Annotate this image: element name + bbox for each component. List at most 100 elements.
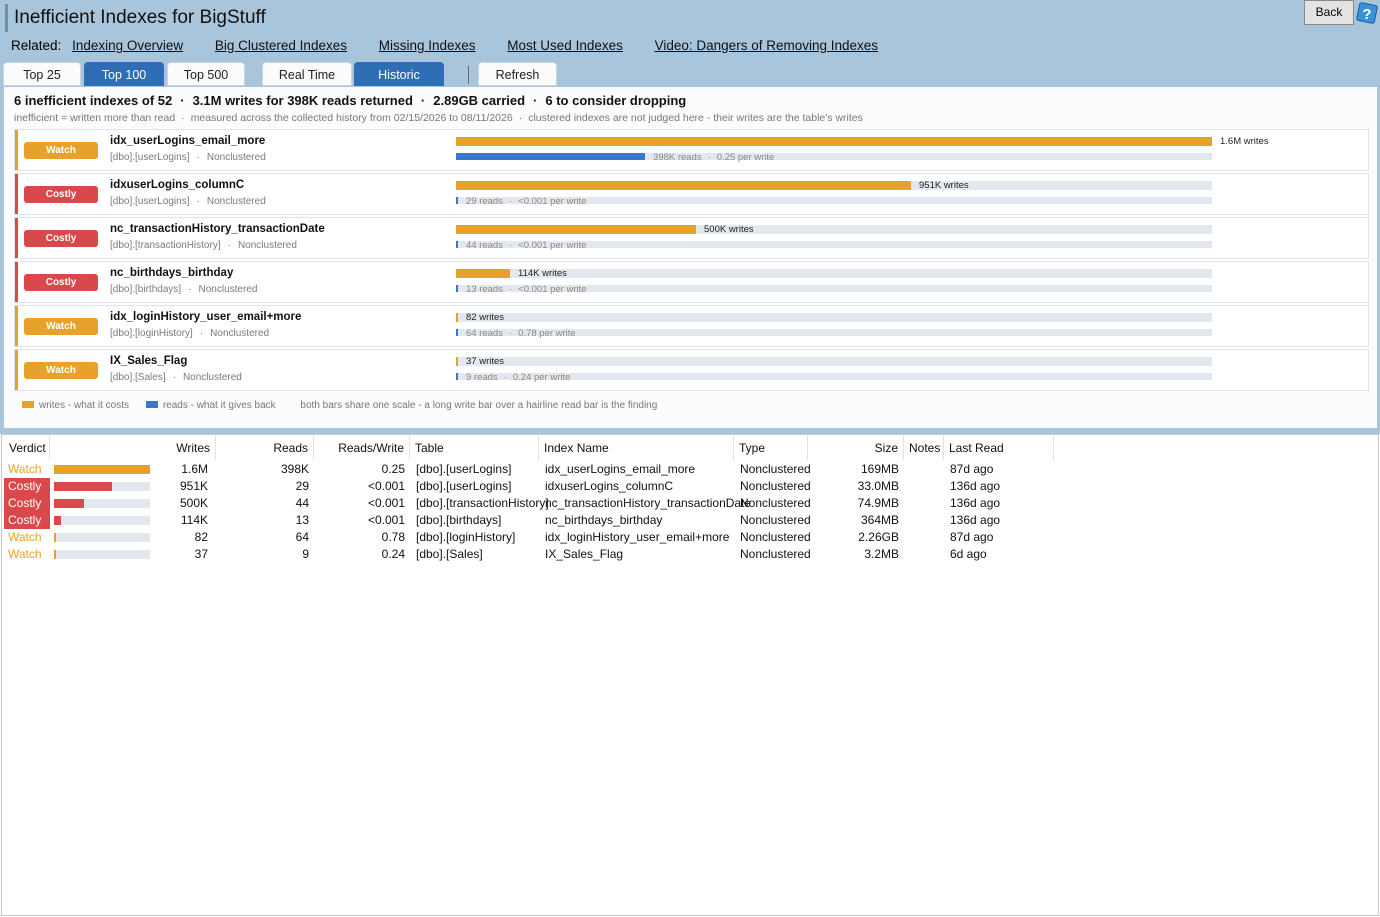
writes-bar bbox=[456, 269, 510, 278]
verdict-cell[interactable]: Watch bbox=[4, 546, 50, 563]
col-reads-write-cell[interactable]: 0.24 bbox=[314, 546, 410, 563]
index-card[interactable]: Watch IX_Sales_Flag [dbo].[Sales] · Nonclust… bbox=[14, 349, 1369, 391]
col-index-name-cell[interactable]: IX_Sales_Flag bbox=[539, 546, 734, 563]
col-reads-cell[interactable]: 44 bbox=[216, 495, 314, 512]
col-reads-write-cell[interactable]: <0.001 bbox=[314, 478, 410, 495]
col-last-read-cell[interactable]: 6d ago bbox=[944, 546, 1054, 563]
verdict-badge: Watch bbox=[24, 362, 98, 379]
writes-label: 114K writes bbox=[518, 268, 567, 279]
note-clustered: clustered indexes are not judged here - … bbox=[528, 112, 863, 124]
col-notes-header[interactable]: Notes bbox=[904, 435, 944, 460]
col-notes-cell[interactable] bbox=[904, 512, 944, 529]
col-type-cell[interactable]: Nonclustered bbox=[734, 546, 811, 563]
col-index-name-cell[interactable]: idxuserLogins_columnC bbox=[539, 478, 734, 495]
col-size-cell[interactable]: 74.9MB bbox=[808, 495, 904, 512]
col-reads-write-cell[interactable]: 0.25 bbox=[314, 461, 410, 478]
col-type-cell[interactable]: Nonclustered bbox=[734, 512, 811, 529]
back-button[interactable]: Back bbox=[1304, 0, 1354, 25]
col-last-read-header[interactable]: Last Read bbox=[944, 435, 1054, 460]
reads-ratio: 0.78 per write bbox=[518, 328, 576, 339]
col-index-name-cell[interactable]: idx_userLogins_email_more bbox=[539, 461, 734, 478]
col-verdict-header[interactable]: Verdict bbox=[4, 435, 50, 460]
col-table-cell[interactable]: [dbo].[userLogins] bbox=[410, 478, 539, 495]
col-size-cell[interactable]: 169MB bbox=[808, 461, 904, 478]
link-big-clustered-indexes[interactable]: Big Clustered Indexes bbox=[215, 38, 347, 53]
col-size-cell[interactable]: 33.0MB bbox=[808, 478, 904, 495]
verdict-cell[interactable]: Costly bbox=[4, 478, 50, 495]
col-type-cell[interactable]: Nonclustered bbox=[734, 495, 811, 512]
col-type-header[interactable]: Type bbox=[734, 435, 808, 460]
col-notes-cell[interactable] bbox=[904, 461, 944, 478]
col-reads-cell[interactable]: 9 bbox=[216, 546, 314, 563]
index-name: idx_userLogins_email_more bbox=[110, 135, 266, 147]
col-notes-cell[interactable] bbox=[904, 529, 944, 546]
tab-historic[interactable]: Historic bbox=[354, 62, 444, 86]
help-icon[interactable]: ? bbox=[1355, 1, 1379, 25]
col-writes-cell[interactable]: 951K bbox=[152, 478, 213, 495]
col-type-cell[interactable]: Nonclustered bbox=[734, 478, 811, 495]
col-index-name-cell[interactable]: idx_loginHistory_user_email+more bbox=[539, 529, 734, 546]
col-table-cell[interactable]: [dbo].[birthdays] bbox=[410, 512, 539, 529]
col-table-cell[interactable]: [dbo].[loginHistory] bbox=[410, 529, 539, 546]
col-writes-cell[interactable]: 114K bbox=[152, 512, 213, 529]
tab-top-100[interactable]: Top 100 bbox=[84, 62, 164, 86]
col-table-cell[interactable]: [dbo].[Sales] bbox=[410, 546, 539, 563]
col-writes-cell[interactable]: 37 bbox=[152, 546, 213, 563]
index-card[interactable]: Watch idx_userLogins_email_more [dbo].[use… bbox=[14, 129, 1369, 171]
col-size-cell[interactable]: 2.26GB bbox=[808, 529, 904, 546]
col-writes-cell[interactable]: 500K bbox=[152, 495, 213, 512]
tab-real-time[interactable]: Real Time bbox=[262, 62, 352, 86]
link-missing-indexes[interactable]: Missing Indexes bbox=[379, 38, 476, 53]
col-notes-cell[interactable] bbox=[904, 546, 944, 563]
col-index-name-cell[interactable]: nc_transactionHistory_transactionDate bbox=[539, 495, 751, 512]
writes-label: 951K writes bbox=[919, 180, 969, 191]
col-table-header[interactable]: Table bbox=[410, 435, 539, 460]
col-index-name-cell[interactable]: nc_birthdays_birthday bbox=[539, 512, 734, 529]
verdict-cell[interactable]: Watch bbox=[4, 461, 50, 478]
col-last-read-cell[interactable]: 87d ago bbox=[944, 529, 1054, 546]
col-notes-cell[interactable] bbox=[904, 478, 944, 495]
tab-top-25[interactable]: Top 25 bbox=[3, 62, 81, 86]
col-last-read-cell[interactable]: 136d ago bbox=[944, 478, 1054, 495]
col-index-name-header[interactable]: Index Name bbox=[539, 435, 734, 460]
refresh-button[interactable]: Refresh bbox=[478, 62, 557, 86]
col-notes-cell[interactable] bbox=[904, 495, 944, 512]
index-card[interactable]: Costly nc_transactionHistory_transactionD… bbox=[14, 217, 1369, 259]
col-reads-cell[interactable]: 13 bbox=[216, 512, 314, 529]
col-reads-write-header[interactable]: Reads/Write bbox=[314, 435, 410, 460]
col-last-read-cell[interactable]: 136d ago bbox=[944, 512, 1054, 529]
index-card[interactable]: Costly nc_birthdays_birthday [dbo].[birthd… bbox=[14, 261, 1369, 303]
index-card[interactable]: Costly idxuserLogins_columnC [dbo].[userLo… bbox=[14, 173, 1369, 215]
col-last-read-cell[interactable]: 136d ago bbox=[944, 495, 1054, 512]
link-indexing-overview[interactable]: Indexing Overview bbox=[72, 38, 183, 53]
verdict-cell[interactable]: Costly bbox=[4, 512, 50, 529]
col-size-cell[interactable]: 364MB bbox=[808, 512, 904, 529]
col-reads-cell[interactable]: 64 bbox=[216, 529, 314, 546]
index-card[interactable]: Watch idx_loginHistory_user_email+more [db… bbox=[14, 305, 1369, 347]
col-size-header[interactable]: Size bbox=[808, 435, 904, 460]
link-most-used-indexes[interactable]: Most Used Indexes bbox=[507, 38, 623, 53]
col-reads-header[interactable]: Reads bbox=[216, 435, 314, 460]
col-reads-write-cell[interactable]: <0.001 bbox=[314, 512, 410, 529]
page-title: Inefficient Indexes for BigStuff bbox=[5, 4, 266, 32]
col-reads-write-cell[interactable]: 0.78 bbox=[314, 529, 410, 546]
col-reads-cell[interactable]: 398K bbox=[216, 461, 314, 478]
tab-top-500[interactable]: Top 500 bbox=[167, 62, 245, 86]
col-type-cell[interactable]: Nonclustered bbox=[734, 461, 811, 478]
col-reads-cell[interactable]: 29 bbox=[216, 478, 314, 495]
link-video-dangers[interactable]: Video: Dangers of Removing Indexes bbox=[655, 38, 878, 53]
col-writes-cell[interactable]: 82 bbox=[152, 529, 213, 546]
index-name: idx_loginHistory_user_email+more bbox=[110, 311, 302, 323]
col-table-cell[interactable]: [dbo].[transactionHistory] bbox=[410, 495, 549, 512]
col-last-read-cell[interactable]: 87d ago bbox=[944, 461, 1054, 478]
col-writes-header[interactable]: Writes bbox=[50, 435, 216, 460]
writes-label: 82 writes bbox=[466, 312, 505, 323]
col-type-cell[interactable]: Nonclustered bbox=[734, 529, 811, 546]
verdict-cell[interactable]: Costly bbox=[4, 495, 50, 512]
col-table-cell[interactable]: [dbo].[userLogins] bbox=[410, 461, 539, 478]
col-size-cell[interactable]: 3.2MB bbox=[808, 546, 904, 563]
verdict-cell[interactable]: Watch bbox=[4, 529, 50, 546]
grid-writes-bar-track bbox=[54, 550, 150, 559]
col-writes-cell[interactable]: 1.6M bbox=[152, 461, 213, 478]
col-reads-write-cell[interactable]: <0.001 bbox=[314, 495, 410, 512]
